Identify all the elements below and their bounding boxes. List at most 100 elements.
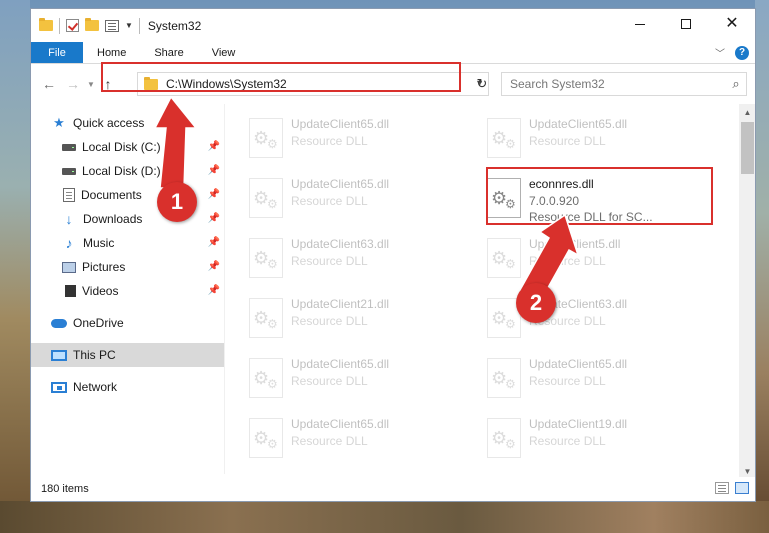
- network-icon: [51, 381, 67, 393]
- navigation-bar: ← → ▼ ↑ C:\Windows\System32 ▼ ↻ Search S…: [31, 64, 755, 104]
- file-item[interactable]: UpdateClient65.dll Resource DLL: [487, 116, 713, 172]
- file-item[interactable]: UpdateClient65.dll Resource DLL: [249, 416, 475, 472]
- dll-file-icon: [249, 178, 283, 218]
- videos-icon: [62, 285, 76, 297]
- dll-file-icon: [487, 118, 521, 158]
- sidebar-item-label: Videos: [82, 284, 119, 298]
- address-bar[interactable]: C:\Windows\System32 ▼: [137, 72, 489, 96]
- cloud-icon: [51, 318, 67, 328]
- tab-file[interactable]: File: [31, 42, 83, 63]
- close-button[interactable]: ✕: [709, 9, 755, 39]
- vertical-scrollbar[interactable]: ▲ ▼: [739, 104, 755, 480]
- file-item[interactable]: UpdateClient65.dll Resource DLL: [249, 356, 475, 412]
- document-icon: [63, 188, 75, 202]
- file-description: Resource DLL for SC...: [529, 210, 653, 224]
- file-item[interactable]: UpdateClient63.dll Resource DLL: [249, 236, 475, 292]
- pictures-icon: [62, 261, 76, 273]
- pin-icon: 📌: [207, 213, 220, 224]
- file-name: UpdateClient65.dll: [291, 357, 390, 371]
- toolbar-divider: [59, 17, 60, 34]
- back-arrow-icon[interactable]: ←: [37, 76, 61, 92]
- minimize-icon: [635, 23, 645, 25]
- sidebar-item-label: Pictures: [82, 260, 126, 274]
- sidebar-item-label: Quick access: [73, 116, 145, 130]
- tab-view[interactable]: View: [198, 42, 250, 63]
- refresh-button[interactable]: ↻: [471, 73, 493, 95]
- up-arrow-icon[interactable]: ↑: [97, 76, 119, 92]
- properties-icon[interactable]: [105, 19, 119, 32]
- expand-ribbon-chevron-icon[interactable]: ﹀: [715, 45, 725, 60]
- file-name: UpdateClient65.dll: [291, 117, 390, 131]
- file-name: UpdateClient65.dll: [529, 357, 628, 371]
- large-icons-view-icon[interactable]: [735, 482, 749, 494]
- step-badge-2: 2: [516, 283, 556, 323]
- sidebar-item-onedrive[interactable]: OneDrive: [31, 311, 224, 335]
- sidebar-item-videos[interactable]: Videos 📌: [31, 279, 224, 303]
- sidebar-item-quick-access[interactable]: ★ Quick access: [31, 111, 224, 135]
- sidebar-item-network[interactable]: Network: [31, 375, 224, 399]
- dll-file-icon: [487, 178, 521, 218]
- pin-icon: 📌: [207, 141, 220, 152]
- file-description: Resource DLL: [529, 134, 606, 148]
- address-path[interactable]: C:\Windows\System32: [166, 77, 287, 91]
- search-icon[interactable]: ⌕: [726, 76, 746, 92]
- file-description: Resource DLL: [529, 254, 606, 268]
- navigation-pane: ★ Quick access Local Disk (C:) 📌 Local D…: [31, 104, 224, 474]
- dll-file-icon: [487, 238, 521, 278]
- file-description: Resource DLL: [291, 134, 368, 148]
- properties-check-icon[interactable]: [66, 19, 79, 32]
- minimize-button[interactable]: [617, 9, 663, 39]
- file-name: UpdateClient65.dll: [291, 417, 390, 431]
- sidebar-item-pictures[interactable]: Pictures 📌: [31, 255, 224, 279]
- file-name: UpdateClient5.dll: [529, 237, 621, 251]
- view-switcher: [715, 482, 749, 494]
- file-item[interactable]: UpdateClient5.dll Resource DLL: [487, 236, 713, 292]
- tab-home[interactable]: Home: [83, 42, 140, 63]
- recent-locations-dropdown-icon[interactable]: ▼: [85, 80, 97, 89]
- download-icon: ↓: [65, 211, 73, 227]
- maximize-button[interactable]: [663, 9, 709, 39]
- file-item[interactable]: UpdateClient65.dll Resource DLL: [487, 356, 713, 412]
- help-icon[interactable]: ?: [735, 45, 749, 60]
- file-description: Resource DLL: [291, 194, 368, 208]
- file-item[interactable]: UpdateClient21.dll Resource DLL: [249, 296, 475, 352]
- file-item-econnres[interactable]: econnres.dll 7.0.0.920 Resource DLL for …: [487, 176, 713, 232]
- search-input[interactable]: Search System32: [510, 77, 726, 91]
- file-item[interactable]: UpdateClient19.dll Resource DLL: [487, 416, 713, 472]
- scrollbar-thumb[interactable]: [741, 122, 754, 174]
- file-description: Resource DLL: [529, 434, 606, 448]
- sidebar-item-local-disk-c[interactable]: Local Disk (C:) 📌: [31, 135, 224, 159]
- item-count: 180 items: [41, 483, 89, 495]
- scroll-up-arrow-icon[interactable]: ▲: [739, 104, 755, 121]
- dll-file-icon: [249, 118, 283, 158]
- step-badge-1: 1: [157, 182, 197, 222]
- details-view-icon[interactable]: [715, 482, 729, 494]
- file-description: Resource DLL: [291, 254, 368, 268]
- file-name: econnres.dll: [529, 177, 594, 191]
- dll-file-icon: [249, 298, 283, 338]
- file-description: Resource DLL: [291, 374, 368, 388]
- status-bar: 180 items: [31, 477, 755, 501]
- sidebar-item-label: Local Disk (D:): [82, 164, 161, 178]
- sidebar-item-music[interactable]: ♪ Music 📌: [31, 231, 224, 255]
- sidebar-item-label: Local Disk (C:): [82, 140, 161, 154]
- tab-share[interactable]: Share: [140, 42, 197, 63]
- file-item[interactable]: UpdateClient65.dll Resource DLL: [249, 176, 475, 232]
- pin-icon: 📌: [207, 261, 220, 272]
- dll-file-icon: [487, 418, 521, 458]
- file-name: UpdateClient65.dll: [291, 177, 390, 191]
- sidebar-item-label: Downloads: [83, 212, 143, 226]
- desktop-background-left: [0, 0, 30, 533]
- file-description: Resource DLL: [291, 314, 368, 328]
- forward-arrow-icon[interactable]: →: [61, 76, 85, 92]
- file-item[interactable]: UpdateClient65.dll Resource DLL: [249, 116, 475, 172]
- search-box[interactable]: Search System32 ⌕: [501, 72, 747, 96]
- window-title: System32: [147, 18, 202, 33]
- sidebar-item-this-pc[interactable]: This PC: [31, 343, 224, 367]
- new-folder-icon[interactable]: [85, 18, 99, 31]
- sidebar-item-local-disk-d[interactable]: Local Disk (D:) 📌: [31, 159, 224, 183]
- explorer-body: ★ Quick access Local Disk (C:) 📌 Local D…: [31, 104, 755, 474]
- customize-toolbar-dropdown-icon[interactable]: ▼: [125, 21, 133, 30]
